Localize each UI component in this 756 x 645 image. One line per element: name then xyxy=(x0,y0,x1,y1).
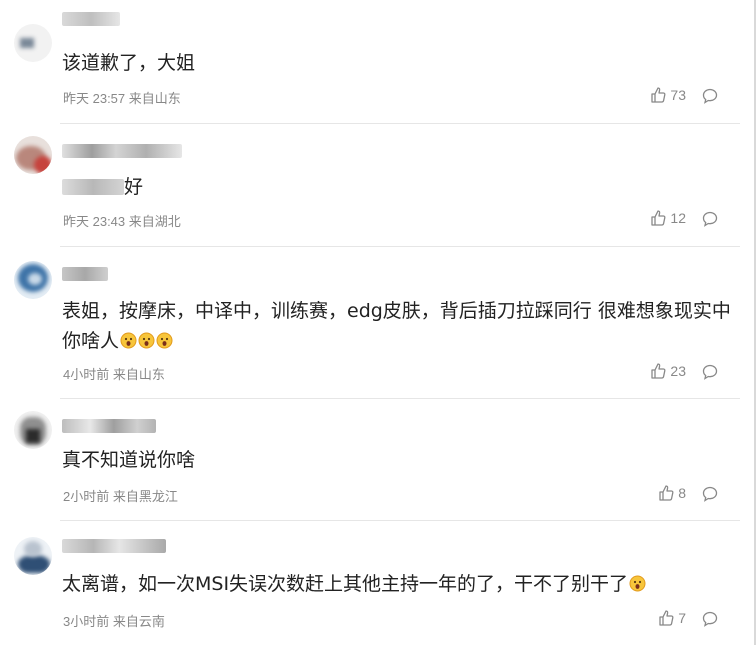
username-blurred[interactable] xyxy=(62,419,156,433)
comment-bubble-icon[interactable] xyxy=(702,486,718,502)
like-count: 7 xyxy=(678,610,686,626)
scared-face-emoji xyxy=(156,328,173,349)
scared-face-emoji xyxy=(120,328,137,349)
comment-text-content: 太离谱，如一次MSI失误次数赶上其他主持一年的了，干不了别干了 xyxy=(62,573,629,595)
comment-meta: 昨天 23:43 来自湖北 xyxy=(63,214,181,229)
like-button[interactable]: 7 xyxy=(658,610,686,626)
like-count: 12 xyxy=(670,210,686,226)
like-button[interactable]: 73 xyxy=(650,87,686,103)
comment-meta: 4小时前 来自山东 xyxy=(63,367,165,382)
comment-text-blurred xyxy=(62,179,124,195)
like-count: 23 xyxy=(670,363,686,379)
avatar[interactable] xyxy=(14,24,52,62)
comment-meta: 2小时前 来自黑龙江 xyxy=(63,489,178,504)
comment-text: 好 xyxy=(124,176,144,198)
like-button[interactable]: 23 xyxy=(650,363,686,379)
comment-text: 表姐，按摩床，中译中，训练赛，edg皮肤，背后插刀拉踩同行 很难想象现实中你啥人 xyxy=(62,296,732,356)
username-blurred[interactable] xyxy=(62,267,108,281)
scared-face-emoji xyxy=(629,571,646,592)
comment-meta: 3小时前 来自云南 xyxy=(63,614,165,629)
thumbs-up-icon xyxy=(651,87,666,103)
thumbs-up-icon xyxy=(651,210,666,226)
scared-face-emoji xyxy=(138,328,155,349)
username-blurred[interactable] xyxy=(62,12,120,26)
comment-item: 该道歉了，大姐 昨天 23:57 来自山东 73 xyxy=(0,0,748,124)
comment-bubble-icon[interactable] xyxy=(702,88,718,104)
comment-bubble-icon[interactable] xyxy=(702,611,718,627)
like-button[interactable]: 12 xyxy=(650,210,686,226)
like-count: 8 xyxy=(678,485,686,501)
avatar[interactable] xyxy=(14,411,52,449)
comment-text: 真不知道说你啥 xyxy=(62,449,196,471)
username-blurred[interactable] xyxy=(62,144,182,158)
comment-item: 表姐，按摩床，中译中，训练赛，edg皮肤，背后插刀拉踩同行 很难想象现实中你啥人… xyxy=(0,247,748,400)
like-count: 73 xyxy=(670,87,686,103)
avatar[interactable] xyxy=(14,261,52,299)
comment-text: 该道歉了，大姐 xyxy=(62,52,196,74)
comment-item: 好 昨天 23:43 来自湖北 12 xyxy=(0,124,748,248)
thumbs-up-icon xyxy=(651,363,666,379)
comment-item: 真不知道说你啥 2小时前 来自黑龙江 8 xyxy=(0,399,748,522)
thumbs-up-icon xyxy=(659,610,674,626)
avatar[interactable] xyxy=(14,136,52,174)
thumbs-up-icon xyxy=(659,485,674,501)
comment-meta: 昨天 23:57 来自山东 xyxy=(63,91,181,106)
comment-bubble-icon[interactable] xyxy=(702,364,718,380)
avatar[interactable] xyxy=(14,537,52,575)
like-button[interactable]: 8 xyxy=(658,485,686,501)
comment-item: 太离谱，如一次MSI失误次数赶上其他主持一年的了，干不了别干了 3小时前 来自云… xyxy=(0,521,748,645)
comment-bubble-icon[interactable] xyxy=(702,211,718,227)
comment-text: 太离谱，如一次MSI失误次数赶上其他主持一年的了，干不了别干了 xyxy=(62,569,732,599)
username-blurred[interactable] xyxy=(62,539,166,553)
